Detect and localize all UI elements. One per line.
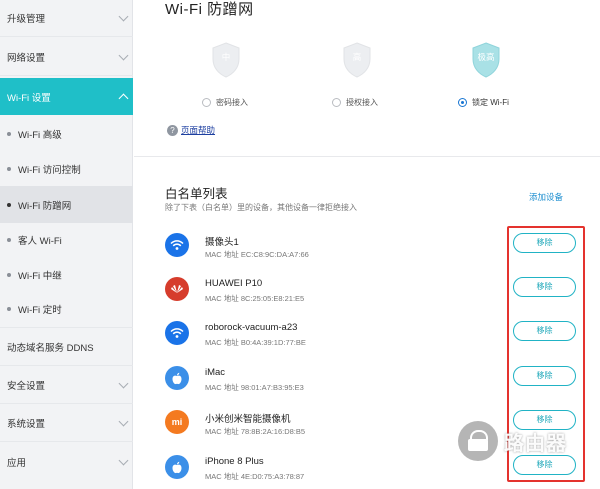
sidebar-item-upgrade[interactable]: 升级管理 <box>0 0 133 37</box>
shield-label: 中 <box>221 52 231 62</box>
device-mac: MAC 地址 8C:25:05:E8:21:E5 <box>205 294 305 303</box>
radio-label: 授权接入 <box>346 98 378 107</box>
huawei-logo-icon <box>165 277 189 301</box>
shield-label: 高 <box>352 52 362 62</box>
radio-password-access[interactable]: 密码接入 <box>202 97 248 108</box>
add-device-link[interactable]: 添加设备 <box>529 191 563 203</box>
sidebar-item-system[interactable]: 系统设置 <box>0 405 133 442</box>
apple-logo-icon <box>165 366 189 390</box>
device-mac: MAC 地址 78:8B:2A:16:D8:B5 <box>205 427 306 436</box>
device-mac: MAC 地址 EC:C8:9C:DA:A7:66 <box>205 250 309 259</box>
bullet-icon <box>7 272 11 277</box>
device-name: iPhone 8 Plus <box>205 456 264 467</box>
mi-logo-icon: mi <box>165 410 189 434</box>
wifi-icon <box>165 233 189 257</box>
remove-button[interactable]: 移除 <box>513 410 576 430</box>
sidebar-item-label: 网络设置 <box>7 53 46 64</box>
device-row: mi 小米创米智能摄像机 MAC 地址 78:8B:2A:16:D8:B5 移除 <box>165 410 576 450</box>
radio-circle[interactable] <box>202 98 211 107</box>
radio-authorized-access[interactable]: 授权接入 <box>332 97 378 108</box>
device-row: 摄像头1 MAC 地址 EC:C8:9C:DA:A7:66 移除 <box>165 233 576 273</box>
whitelist-title: 白名单列表 <box>165 187 228 201</box>
sidebar-item-ddns[interactable]: 动态域名服务 DDNS <box>0 329 133 366</box>
device-row: roborock-vacuum-a23 MAC 地址 B0:4A:39:1D:7… <box>165 321 576 361</box>
remove-button[interactable]: 移除 <box>513 233 576 253</box>
device-name: HUAWEI P10 <box>205 278 263 289</box>
chevron-down-icon <box>118 455 129 465</box>
device-name: 摄像头1 <box>205 237 239 248</box>
remove-button[interactable]: 移除 <box>513 455 576 475</box>
bullet-icon <box>7 131 11 136</box>
bullet-icon <box>7 166 11 171</box>
wifi-icon <box>165 321 189 345</box>
sidebar-item-label: 系统设置 <box>7 419 46 430</box>
device-row: HUAWEI P10 MAC 地址 8C:25:05:E8:21:E5 移除 <box>165 277 576 317</box>
sidebar-item-label: 动态域名服务 DDNS <box>7 343 94 354</box>
sidebar-item-label: Wi-Fi 访问控制 <box>18 164 81 176</box>
bullet-icon <box>7 307 11 311</box>
app-root: 升级管理 网络设置 Wi-Fi 设置 Wi-Fi 高级 Wi-Fi 访问控制 W… <box>0 0 600 489</box>
sidebar-item-wifi-advanced[interactable]: Wi-Fi 高级 <box>0 115 133 152</box>
whitelist-description: 除了下表（白名单）里的设备，其他设备一律拒绝接入 <box>165 203 357 212</box>
radio-label: 锁定 Wi-Fi <box>472 98 509 107</box>
shield-label: 极高 <box>477 52 495 62</box>
device-mac: MAC 地址 98:01:A7:B3:95:E3 <box>205 383 304 392</box>
chevron-down-icon <box>118 416 129 427</box>
sidebar: 升级管理 网络设置 Wi-Fi 设置 Wi-Fi 高级 Wi-Fi 访问控制 W… <box>0 0 133 489</box>
sidebar-item-wifi-schedule[interactable]: Wi-Fi 定时 <box>0 291 133 328</box>
main-content: Wi-Fi 防蹭网 中 高 极高 密码接入 授权接入 锁定 Wi-Fi ? 页面… <box>134 0 600 489</box>
radio-circle[interactable] <box>332 98 341 107</box>
device-name: iMac <box>205 367 226 378</box>
device-name: 小米创米智能摄像机 <box>205 414 291 425</box>
chevron-down-icon <box>118 378 129 389</box>
sidebar-item-guest-wifi[interactable]: 客人 Wi-Fi <box>0 221 133 258</box>
sidebar-item-wifi-access-control[interactable]: Wi-Fi 访问控制 <box>0 150 133 187</box>
radio-label: 密码接入 <box>216 98 248 107</box>
chevron-down-icon <box>118 11 129 22</box>
bullet-icon <box>7 237 11 242</box>
device-row: iMac MAC 地址 98:01:A7:B3:95:E3 移除 <box>165 366 576 406</box>
sidebar-item-security[interactable]: 安全设置 <box>0 367 133 404</box>
help-link[interactable]: ? 页面帮助 <box>167 124 215 136</box>
bullet-icon <box>7 202 11 207</box>
help-icon: ? <box>167 124 178 136</box>
remove-button[interactable]: 移除 <box>513 366 576 386</box>
shield-icon-medium: 中 <box>211 42 241 78</box>
section-divider <box>134 156 600 157</box>
remove-button[interactable]: 移除 <box>513 321 576 341</box>
radio-lock-wifi[interactable]: 锁定 Wi-Fi <box>458 97 509 108</box>
sidebar-item-wifi-settings[interactable]: Wi-Fi 设置 <box>0 78 133 115</box>
radio-circle-selected[interactable] <box>458 98 467 107</box>
help-link-text[interactable]: 页面帮助 <box>181 124 215 136</box>
device-mac: MAC 地址 4E:D0:75:A3:78:87 <box>205 472 305 481</box>
shield-icon-high: 高 <box>342 42 372 78</box>
chevron-down-icon <box>118 50 129 61</box>
remove-button[interactable]: 移除 <box>513 277 576 297</box>
sidebar-item-label: 应用 <box>7 457 27 469</box>
shield-icon-very-high: 极高 <box>471 42 501 78</box>
chevron-up-icon <box>118 93 129 103</box>
sidebar-item-label: 安全设置 <box>7 381 46 392</box>
device-row: iPhone 8 Plus MAC 地址 4E:D0:75:A3:78:87 移… <box>165 455 576 489</box>
sidebar-item-network[interactable]: 网络设置 <box>0 39 133 76</box>
page-title: Wi-Fi 防蹭网 <box>165 1 254 18</box>
device-name: roborock-vacuum-a23 <box>205 322 298 333</box>
sidebar-item-label: Wi-Fi 设置 <box>7 92 51 104</box>
apple-logo-icon <box>165 455 189 479</box>
sidebar-item-wifi-anti-leech[interactable]: Wi-Fi 防蹭网 <box>0 186 133 223</box>
sidebar-item-apps[interactable]: 应用 <box>0 443 133 480</box>
sidebar-item-wifi-relay[interactable]: Wi-Fi 中继 <box>0 256 133 293</box>
sidebar-item-label: 升级管理 <box>7 14 46 25</box>
device-mac: MAC 地址 B0:4A:39:1D:77:BE <box>205 338 306 347</box>
